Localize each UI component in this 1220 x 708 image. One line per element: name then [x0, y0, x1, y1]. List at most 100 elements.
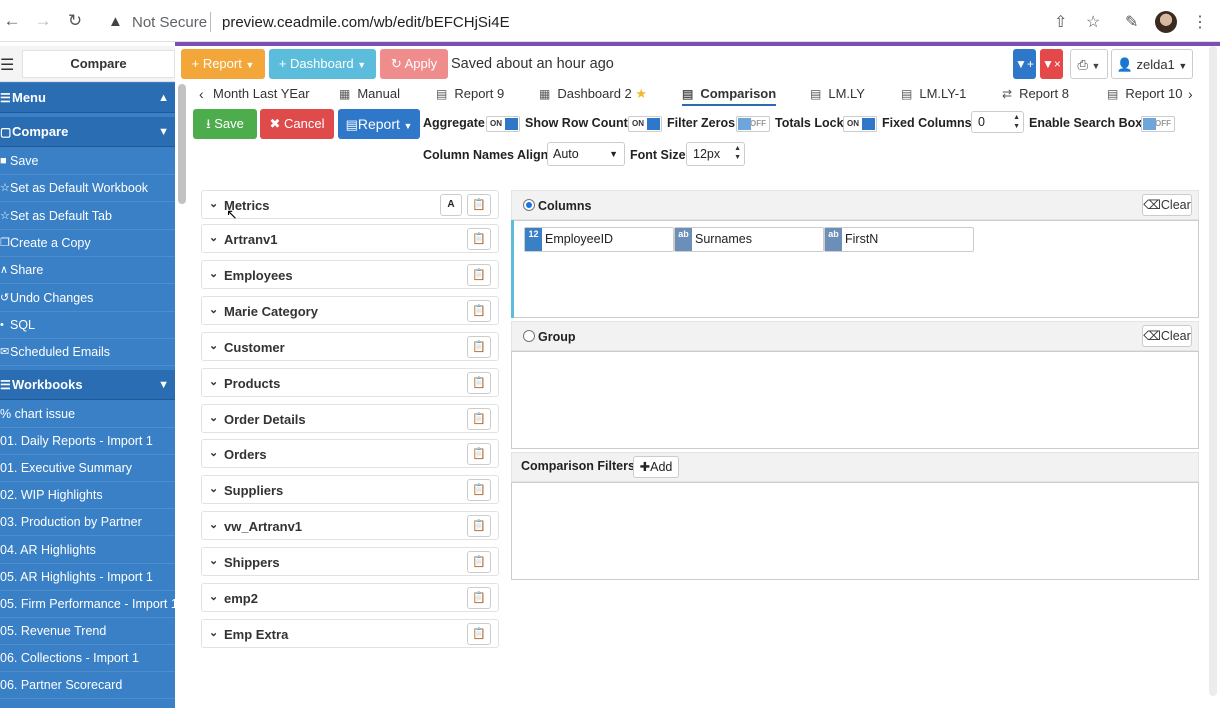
chevron-down-icon[interactable]: ⌄ — [209, 267, 218, 280]
chevron-down-icon[interactable]: ⌄ — [209, 482, 218, 495]
tab-dashboard-2[interactable]: ▦ Dashboard 2 ★ — [539, 82, 647, 106]
category-shippers[interactable]: ⌄ Shippers 📋 — [201, 547, 499, 577]
tab-manual[interactable]: ▦ Manual — [339, 82, 400, 106]
clear-group-button[interactable]: ⌫Clear — [1142, 325, 1192, 347]
workbook-item[interactable]: 03. Production by Partner — [0, 509, 175, 537]
text-format-icon[interactable]: A — [440, 194, 462, 216]
workbook-item[interactable]: 05. Revenue Trend — [0, 618, 175, 645]
chevron-right-icon[interactable]: › — [1188, 82, 1193, 106]
tab-month-last-year[interactable]: Month Last YEar — [213, 82, 310, 106]
share-page-icon[interactable]: ⇧ — [1054, 12, 1067, 32]
group-radio[interactable] — [523, 330, 535, 342]
hamburger-icon[interactable]: ☰ — [0, 55, 14, 75]
totals-lock-toggle[interactable]: ON — [843, 116, 877, 132]
workbook-item[interactable]: 05. Firm Performance - Import 1 — [0, 591, 175, 618]
print-menu-button[interactable]: ⎙ ▼ — [1070, 49, 1108, 79]
chevron-down-icon[interactable]: ⌄ — [209, 197, 218, 210]
chevron-down-icon[interactable]: ⌄ — [209, 231, 218, 244]
chevron-down-icon[interactable]: ⌄ — [209, 626, 218, 639]
category-marie-category[interactable]: ⌄ Marie Category 📋 — [201, 295, 499, 325]
paste-icon[interactable]: 📋 — [467, 263, 491, 286]
chevron-down-icon[interactable]: ⌄ — [209, 339, 218, 352]
paste-icon[interactable]: 📋 — [467, 443, 491, 466]
dashboard-menu-button[interactable]: + Dashboard ▼ — [269, 49, 376, 79]
sidebar-item-create-a-copy[interactable]: ❐ Create a Copy — [0, 230, 175, 257]
paste-icon[interactable]: 📋 — [467, 515, 491, 538]
chevron-down-icon[interactable]: ⌄ — [209, 554, 218, 567]
tab-report-9[interactable]: ▤ Report 9 — [436, 82, 504, 106]
report-menu-button[interactable]: + Report ▼ — [181, 49, 265, 79]
category-metrics[interactable]: ⌄ Metrics 📋 A — [201, 190, 499, 219]
cancel-button[interactable]: ✖ Cancel — [260, 109, 334, 139]
chevron-left-icon[interactable]: ‹ — [199, 82, 204, 106]
column-names-align-select[interactable]: Auto ▼ — [547, 142, 625, 166]
paste-icon[interactable]: 📋 — [467, 194, 491, 216]
paste-icon[interactable]: 📋 — [467, 479, 491, 502]
extensions-icon[interactable]: ✎ — [1125, 12, 1138, 32]
sidebar-section-workbooks[interactable]: ☰ Workbooks ▼ — [0, 370, 175, 400]
spinner-arrows-icon[interactable]: ▲ ▼ — [734, 144, 741, 162]
back-icon[interactable]: ← — [2, 11, 22, 31]
page-scrollbar[interactable] — [1209, 46, 1217, 696]
apply-button[interactable]: ↻ Apply — [380, 49, 448, 79]
category-orders[interactable]: ⌄ Orders 📋 — [201, 439, 499, 469]
forward-icon[interactable]: → — [33, 11, 53, 31]
sidebar-item-undo-changes[interactable]: ↺ Undo Changes — [0, 285, 175, 312]
clear-columns-button[interactable]: ⌫Clear — [1142, 194, 1192, 216]
sidebar-item-sql[interactable]: • SQL — [0, 312, 175, 339]
paste-icon[interactable]: 📋 — [467, 587, 491, 609]
chevron-down-icon[interactable]: ⌄ — [209, 590, 218, 603]
paste-icon[interactable]: 📋 — [467, 551, 491, 574]
font-size-input[interactable]: 12px ▲ ▼ — [686, 142, 745, 166]
column-pill-employeeid[interactable]: 12 EmployeeID — [524, 227, 674, 252]
column-pill-surnames[interactable]: ab Surnames — [674, 227, 824, 252]
tab-lm-ly[interactable]: ▤ LM.LY — [810, 82, 865, 106]
category-emp-extra[interactable]: ⌄ Emp Extra 📋 — [201, 618, 499, 648]
chevron-down-icon[interactable]: ⌄ — [209, 411, 218, 424]
category-order-details[interactable]: ⌄ Order Details 📋 — [201, 403, 499, 433]
user-menu-button[interactable]: 👤 zelda1 ▼ — [1111, 49, 1193, 79]
filter-add-button[interactable]: ▼+ — [1013, 49, 1036, 79]
sidebar-section-compare[interactable]: ▢ Compare ▼ — [0, 117, 175, 147]
sidebar-item-scheduled-emails[interactable]: ✉ Scheduled Emails — [0, 339, 175, 367]
add-filter-button[interactable]: ✚Add — [633, 456, 679, 478]
category-employees[interactable]: ⌄ Employees 📋 — [201, 259, 499, 289]
category-suppliers[interactable]: ⌄ Suppliers 📋 — [201, 475, 499, 505]
category-products[interactable]: ⌄ Products 📋 — [201, 367, 499, 397]
workbook-item[interactable]: 06. Partner Scorecard — [0, 672, 175, 699]
workbook-item[interactable]: 01. Executive Summary — [0, 455, 175, 483]
columns-zone[interactable]: 12 EmployeeID ab Surnames ab FirstN — [511, 220, 1199, 318]
tab-comparison[interactable]: ▤ Comparison — [682, 82, 777, 106]
column-pill-firstn[interactable]: ab FirstN — [824, 227, 974, 252]
category-emp2[interactable]: ⌄ emp2 📋 — [201, 583, 499, 612]
sidebar-item-share[interactable]: ∧ Share — [0, 257, 175, 285]
workbook-item[interactable]: 05. AR Highlights - Import 1 — [0, 564, 175, 591]
sidebar-item-set-as-default-tab[interactable]: ☆ Set as Default Tab — [0, 203, 175, 230]
tab-report-10[interactable]: ▤ Report 10 — [1107, 82, 1182, 106]
save-button[interactable]: ⭳ Save — [193, 109, 257, 139]
sidebar-scrollbar[interactable] — [178, 84, 186, 204]
category-customer[interactable]: ⌄ Customer 📋 — [201, 331, 499, 361]
fixed-columns-input[interactable]: 0 ▲ ▼ — [971, 111, 1024, 133]
chevron-down-icon[interactable]: ⌄ — [209, 518, 218, 531]
profile-avatar[interactable] — [1155, 11, 1177, 33]
bookmark-star-icon[interactable]: ☆ — [1086, 12, 1100, 32]
chevron-down-icon[interactable]: ⌄ — [209, 303, 218, 316]
tab-lm-ly-1[interactable]: ▤ LM.LY-1 — [901, 82, 966, 106]
show-row-count-toggle[interactable]: ON — [628, 116, 662, 132]
category-vw-artranv1[interactable]: ⌄ vw_Artranv1 📋 — [201, 511, 499, 541]
paste-icon[interactable]: 📋 — [467, 228, 491, 250]
filter-remove-button[interactable]: ▼× — [1040, 49, 1063, 79]
workbook-item[interactable]: 06. Collections - Import 1 — [0, 645, 175, 672]
workbook-item[interactable]: 02. WIP Highlights — [0, 482, 175, 510]
paste-icon[interactable]: 📋 — [467, 335, 491, 358]
aggregate-toggle[interactable]: ON — [486, 116, 520, 132]
category-artranv1[interactable]: ⌄ Artranv1 📋 — [201, 224, 499, 253]
workbook-item[interactable]: 04. AR Highlights — [0, 537, 175, 564]
paste-icon[interactable]: 📋 — [467, 299, 491, 322]
comparison-filters-zone[interactable] — [511, 482, 1199, 580]
paste-icon[interactable]: 📋 — [467, 622, 491, 645]
filter-zeros-toggle[interactable]: OFF — [736, 116, 770, 132]
sidebar-item-save[interactable]: ■ Save — [0, 148, 175, 175]
workbook-item[interactable]: 01. Daily Reports - Import 1 — [0, 428, 175, 456]
